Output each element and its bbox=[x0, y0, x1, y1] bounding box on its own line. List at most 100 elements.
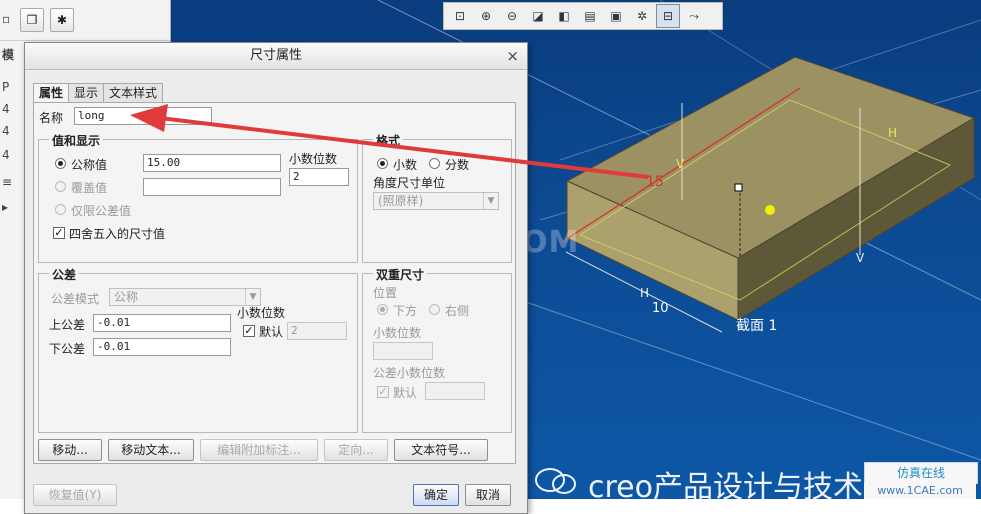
restore-button[interactable]: 恢复值(Y) bbox=[33, 484, 117, 506]
upper-tol-label: 上公差 bbox=[49, 318, 86, 332]
dual-dimension-group: 双重尺寸 位置 下方 右侧 小数位数 公差小数位数 ✓ 默认 bbox=[362, 266, 512, 433]
datum-axis-line bbox=[539, 89, 981, 221]
override-radio[interactable] bbox=[55, 181, 66, 192]
tol-mode-value: 公称 bbox=[114, 290, 139, 304]
tree-glyph[interactable]: 4 bbox=[2, 148, 10, 162]
dual-decimals-label: 小数位数 bbox=[373, 326, 422, 340]
dialog-title: 尺寸属性 bbox=[249, 48, 302, 63]
section-outline bbox=[579, 99, 952, 301]
below-radio[interactable] bbox=[377, 304, 388, 315]
move-text-button[interactable]: 移动文本... bbox=[108, 439, 194, 461]
tolerance-group: 公差 公差模式 公称 ▼ 上公差 -0.01 下公差 -0.01 小数位数 ✓ … bbox=[38, 266, 358, 433]
decimal-radio[interactable] bbox=[377, 158, 388, 169]
override-label: 覆盖值 bbox=[71, 181, 108, 195]
dual-decimals-field[interactable] bbox=[373, 342, 433, 360]
tol-mode-label: 公差模式 bbox=[51, 292, 100, 306]
dialog-titlebar[interactable]: 尺寸属性 × bbox=[25, 43, 527, 70]
tol-only-radio[interactable] bbox=[55, 204, 66, 215]
name-label: 名称 bbox=[39, 111, 64, 125]
decimals-field[interactable]: 2 bbox=[289, 168, 349, 186]
tree-glyph[interactable]: P bbox=[2, 80, 9, 94]
dual-default-checkbox[interactable]: ✓ bbox=[377, 386, 389, 398]
h-marker: H bbox=[640, 286, 649, 300]
tree-glyph[interactable]: 4 bbox=[2, 102, 10, 116]
tab-display[interactable]: 显示 bbox=[68, 83, 105, 102]
dual-tol-decimals-label: 公差小数位数 bbox=[373, 366, 446, 380]
dual-default-label: 默认 bbox=[393, 386, 418, 400]
tree-glyph[interactable]: ▸ bbox=[2, 200, 8, 214]
model-tree-toolbar: ▫ ❐ ✱ bbox=[0, 0, 170, 41]
tab-properties[interactable]: 属性 bbox=[33, 83, 70, 103]
folder-icon[interactable]: ❐ bbox=[20, 8, 44, 32]
override-value-field[interactable] bbox=[143, 178, 281, 196]
tab-text-style[interactable]: 文本样式 bbox=[103, 83, 164, 102]
settings-icon[interactable]: ✱ bbox=[50, 8, 74, 32]
repaint-icon[interactable]: ◪ bbox=[526, 4, 550, 28]
view-toolbar: ⊡ ⊕ ⊖ ◪ ◧ ▤ ▣ ✲ ⊟ ⤳ bbox=[443, 2, 723, 30]
round-checkbox[interactable]: ✓ bbox=[53, 227, 65, 239]
position-label: 位置 bbox=[373, 286, 398, 300]
tol-decimals-field[interactable]: 2 bbox=[287, 322, 347, 340]
datum-axis-line bbox=[519, 299, 981, 461]
ok-button[interactable]: 确定 bbox=[413, 484, 459, 506]
orient-button[interactable]: 定向... bbox=[324, 439, 388, 461]
zoom-out-icon[interactable]: ⊖ bbox=[500, 4, 524, 28]
angle-unit-select[interactable]: (照原样) ▼ bbox=[373, 192, 499, 210]
value-display-group: 值和显示 公称值 15.00 覆盖值 仅限公差值 ✓ 四舍五入的尺寸值 小数位数… bbox=[38, 132, 358, 263]
tolerance-title: 公差 bbox=[49, 266, 80, 283]
tol-default-label: 默认 bbox=[259, 325, 284, 339]
dim-15-text[interactable]: 15 bbox=[646, 174, 664, 190]
tol-default-checkbox[interactable]: ✓ bbox=[243, 325, 255, 337]
tree-glyph[interactable]: 4 bbox=[2, 124, 10, 138]
dim-15-line bbox=[561, 87, 801, 243]
name-field[interactable]: long bbox=[74, 107, 212, 125]
fraction-radio[interactable] bbox=[429, 158, 440, 169]
right-radio[interactable] bbox=[429, 304, 440, 315]
v-marker: V bbox=[856, 251, 865, 265]
nominal-value-field[interactable]: 15.00 bbox=[143, 154, 281, 172]
dim-10-line bbox=[565, 251, 723, 333]
datum-axis-line bbox=[659, 0, 981, 201]
dim-10-text[interactable]: 10 bbox=[652, 301, 669, 316]
close-icon[interactable]: × bbox=[506, 43, 519, 69]
annotation-display-icon[interactable]: ⊟ bbox=[656, 4, 680, 28]
text-symbol-button[interactable]: 文本符号... bbox=[394, 439, 488, 461]
dual-title: 双重尺寸 bbox=[373, 266, 428, 283]
datum-planes-icon[interactable]: ✲ bbox=[630, 4, 654, 28]
fraction-label: 分数 bbox=[445, 158, 470, 172]
shading-icon[interactable]: ◧ bbox=[552, 4, 576, 28]
zoom-window-icon[interactable]: ⊡ bbox=[448, 4, 472, 28]
site-url: www.1CAE.com bbox=[864, 483, 976, 499]
edit-attached-button[interactable]: 编辑附加标注... bbox=[200, 439, 318, 461]
dim-handle bbox=[734, 183, 743, 192]
chevron-down-icon: ▼ bbox=[245, 289, 260, 305]
dialog-tabs: 属性 显示 文本样式 bbox=[33, 83, 164, 103]
section-label: 截面 1 bbox=[736, 318, 777, 334]
lower-tol-field[interactable]: -0.01 bbox=[93, 338, 231, 356]
right-label: 右侧 bbox=[445, 304, 470, 318]
dual-default-field[interactable] bbox=[425, 382, 485, 400]
cancel-button[interactable]: 取消 bbox=[465, 484, 511, 506]
angle-unit-label: 角度尺寸单位 bbox=[373, 176, 446, 190]
spin-center-icon[interactable]: ⤳ bbox=[682, 4, 706, 28]
tree-glyph: ▫ bbox=[2, 12, 11, 26]
decimal-label: 小数 bbox=[393, 158, 418, 172]
decimals-label: 小数位数 bbox=[289, 152, 338, 166]
site-badge: 仿真在线 bbox=[864, 462, 978, 484]
lower-tol-label: 下公差 bbox=[49, 342, 86, 356]
datum-axis-line bbox=[559, 19, 981, 161]
saved-views-icon[interactable]: ▤ bbox=[578, 4, 602, 28]
tree-glyph[interactable]: ≡ bbox=[2, 175, 12, 189]
upper-tol-field[interactable]: -0.01 bbox=[93, 314, 231, 332]
zoom-in-icon[interactable]: ⊕ bbox=[474, 4, 498, 28]
h-marker: H bbox=[888, 126, 897, 140]
below-label: 下方 bbox=[393, 304, 418, 318]
nominal-radio[interactable] bbox=[55, 158, 66, 169]
move-button[interactable]: 移动... bbox=[38, 439, 102, 461]
box-front-face bbox=[566, 180, 739, 321]
tol-decimals-label: 小数位数 bbox=[237, 306, 286, 320]
round-label: 四舍五入的尺寸值 bbox=[69, 227, 166, 241]
display-style-icon[interactable]: ▣ bbox=[604, 4, 628, 28]
origin-marker bbox=[765, 205, 775, 215]
v-marker: V bbox=[676, 157, 685, 171]
